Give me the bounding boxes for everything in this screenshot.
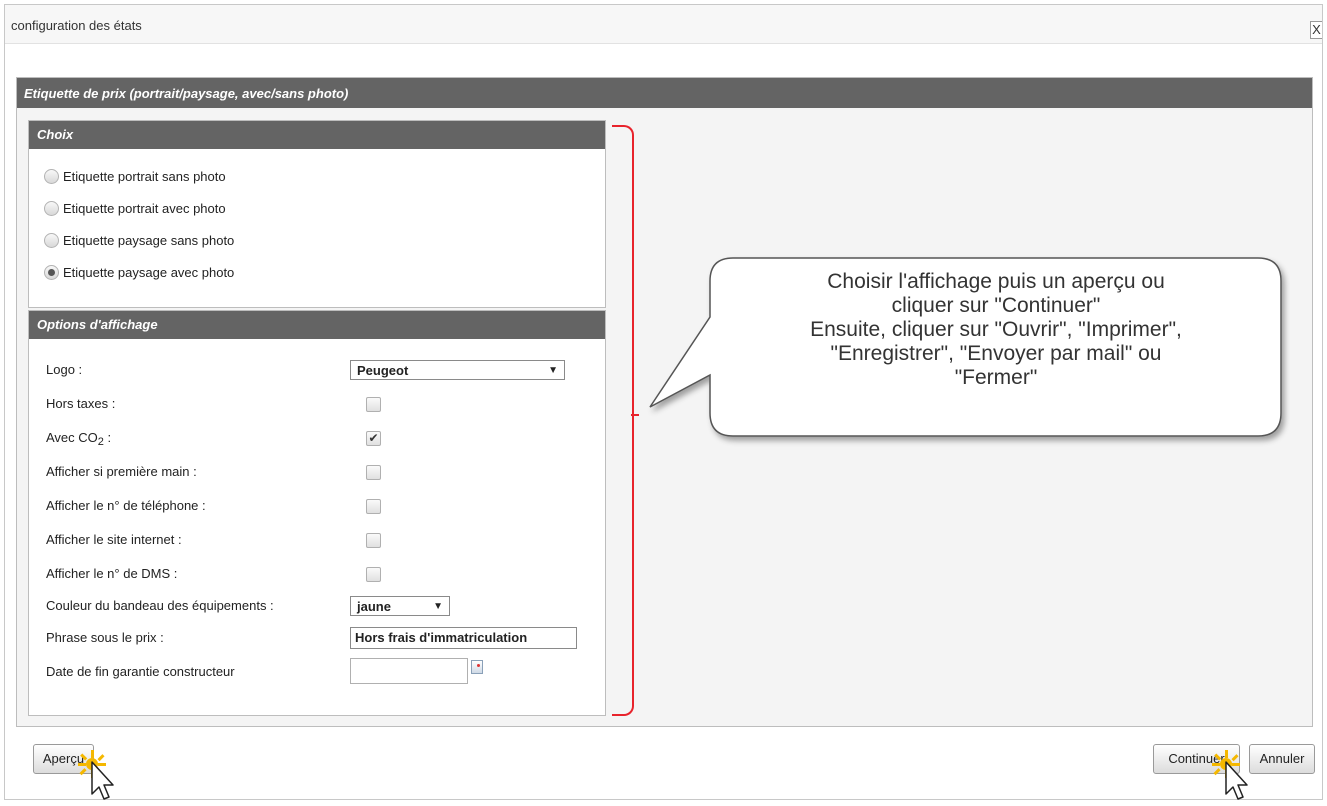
options-header: Options d'affichage — [29, 311, 605, 339]
radio-option-paysage-avec-photo[interactable]: Etiquette paysage avec photo — [44, 264, 234, 282]
chevron-down-icon: ▼ — [548, 365, 558, 376]
annotation-bracket — [612, 125, 634, 716]
site-internet-checkbox[interactable] — [366, 533, 381, 548]
close-button[interactable]: X — [1310, 21, 1322, 39]
callout-text: Choisir l'affichage puis un aperçu ou cl… — [810, 270, 1182, 389]
panel-title: Etiquette de prix (portrait/paysage, ave… — [17, 78, 1312, 108]
phrase-prix-input[interactable]: Hors frais d'immatriculation — [350, 627, 577, 649]
click-cursor-icon — [1212, 750, 1248, 800]
radio-button-checked-icon[interactable] — [44, 265, 59, 281]
radio-button-icon[interactable] — [44, 169, 59, 185]
radio-label: Etiquette paysage avec photo — [63, 265, 235, 280]
options-affichage-section: Options d'affichage Logo : Peugeot ▼ Hor… — [28, 310, 606, 716]
premiere-main-label: Afficher si première main : — [46, 464, 197, 479]
date-garantie-label: Date de fin garantie constructeur — [46, 664, 235, 679]
logo-select[interactable]: Peugeot ▼ — [350, 360, 565, 380]
couleur-select-value: jaune — [357, 599, 391, 614]
radio-button-icon[interactable] — [44, 233, 59, 249]
radio-option-paysage-sans-photo[interactable]: Etiquette paysage sans photo — [44, 232, 234, 250]
click-cursor-icon — [78, 750, 114, 800]
logo-select-value: Peugeot — [357, 363, 409, 378]
radio-label: Etiquette portrait sans photo — [63, 169, 226, 184]
hors-taxes-label: Hors taxes : — [46, 396, 116, 411]
dms-checkbox[interactable] — [366, 567, 381, 582]
dialog-titlebar: configuration des états X — [5, 5, 1322, 44]
annuler-button[interactable]: Annuler — [1249, 744, 1315, 774]
choix-header: Choix — [29, 121, 605, 149]
calendar-icon[interactable] — [471, 660, 483, 674]
premiere-main-checkbox[interactable] — [366, 465, 381, 480]
annotation-bracket-tip — [631, 414, 639, 416]
radio-label: Etiquette paysage sans photo — [63, 233, 235, 248]
phrase-prix-label: Phrase sous le prix : — [46, 630, 164, 645]
radio-option-portrait-avec-photo[interactable]: Etiquette portrait avec photo — [44, 200, 226, 218]
logo-label: Logo : — [46, 362, 83, 377]
choix-section: Choix Etiquette portrait sans photo Etiq… — [28, 120, 606, 308]
radio-label: Etiquette portrait avec photo — [63, 201, 226, 216]
couleur-bandeau-select[interactable]: jaune ▼ — [350, 596, 450, 616]
dialog-title: configuration des états — [11, 18, 142, 33]
radio-option-portrait-sans-photo[interactable]: Etiquette portrait sans photo — [44, 168, 226, 186]
site-internet-label: Afficher le site internet : — [46, 532, 182, 547]
date-garantie-input[interactable] — [350, 658, 468, 684]
couleur-bandeau-label: Couleur du bandeau des équipements : — [46, 598, 274, 613]
avec-co2-label: Avec CO2 : — [46, 430, 112, 448]
hors-taxes-checkbox[interactable] — [366, 397, 381, 412]
dms-label: Afficher le n° de DMS : — [46, 566, 178, 581]
avec-co2-checkbox[interactable]: ✔ — [366, 431, 381, 446]
chevron-down-icon: ▼ — [433, 601, 443, 612]
telephone-checkbox[interactable] — [366, 499, 381, 514]
telephone-label: Afficher le n° de téléphone : — [46, 498, 206, 513]
radio-button-icon[interactable] — [44, 201, 59, 217]
